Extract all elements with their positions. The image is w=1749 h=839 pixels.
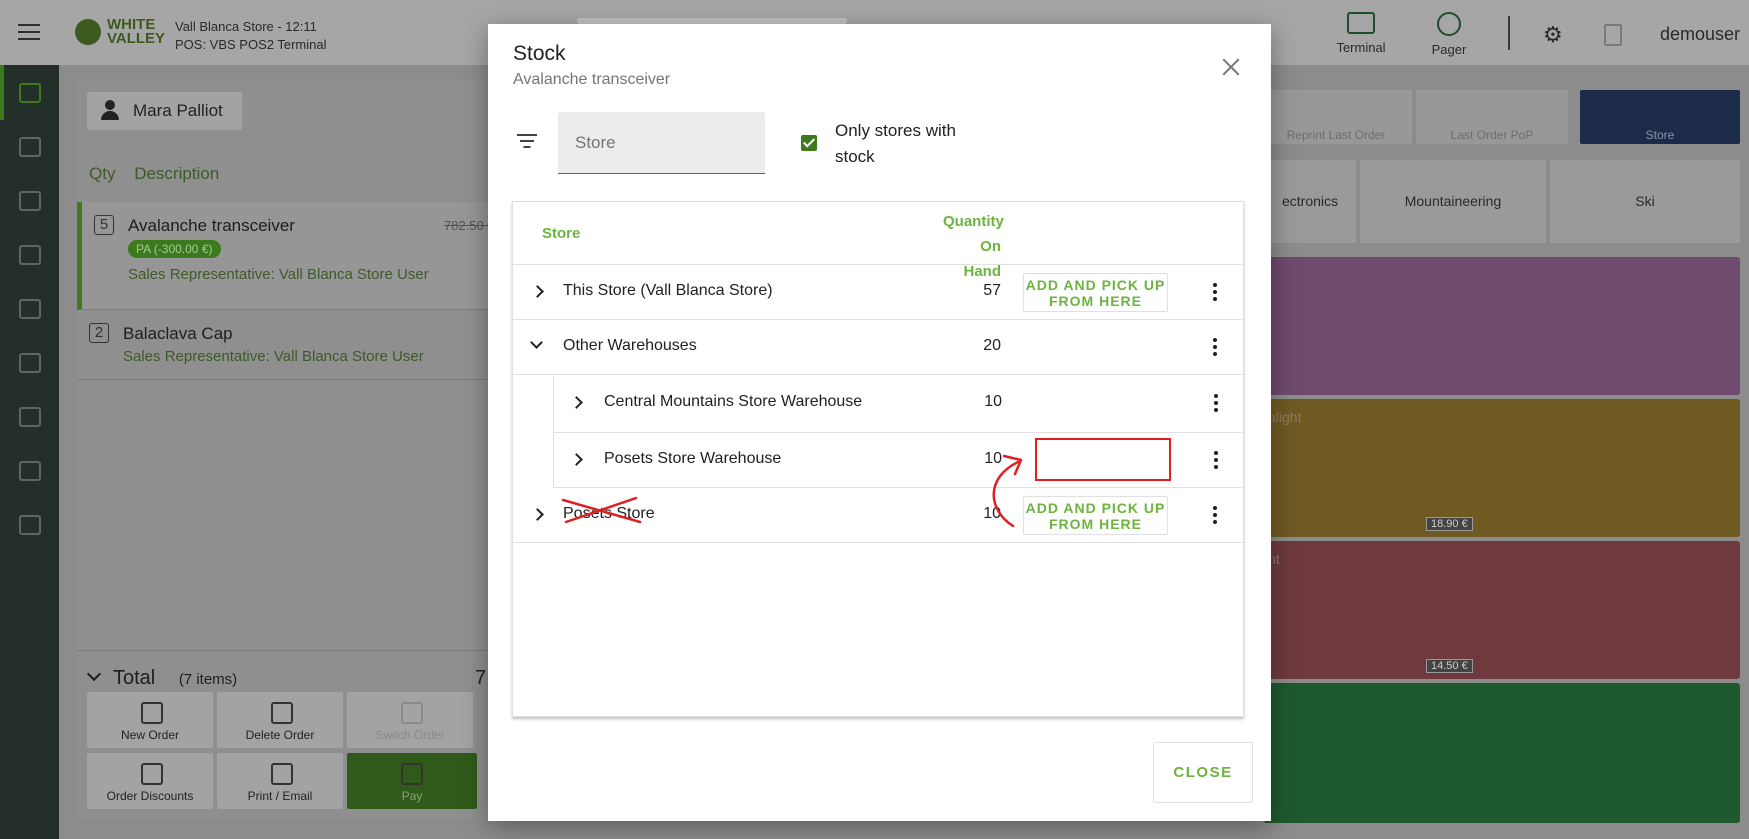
annotation-overlay: [561, 454, 1023, 528]
annotation-arrow: [992, 460, 1020, 528]
annotation-cross-out: [561, 496, 642, 524]
